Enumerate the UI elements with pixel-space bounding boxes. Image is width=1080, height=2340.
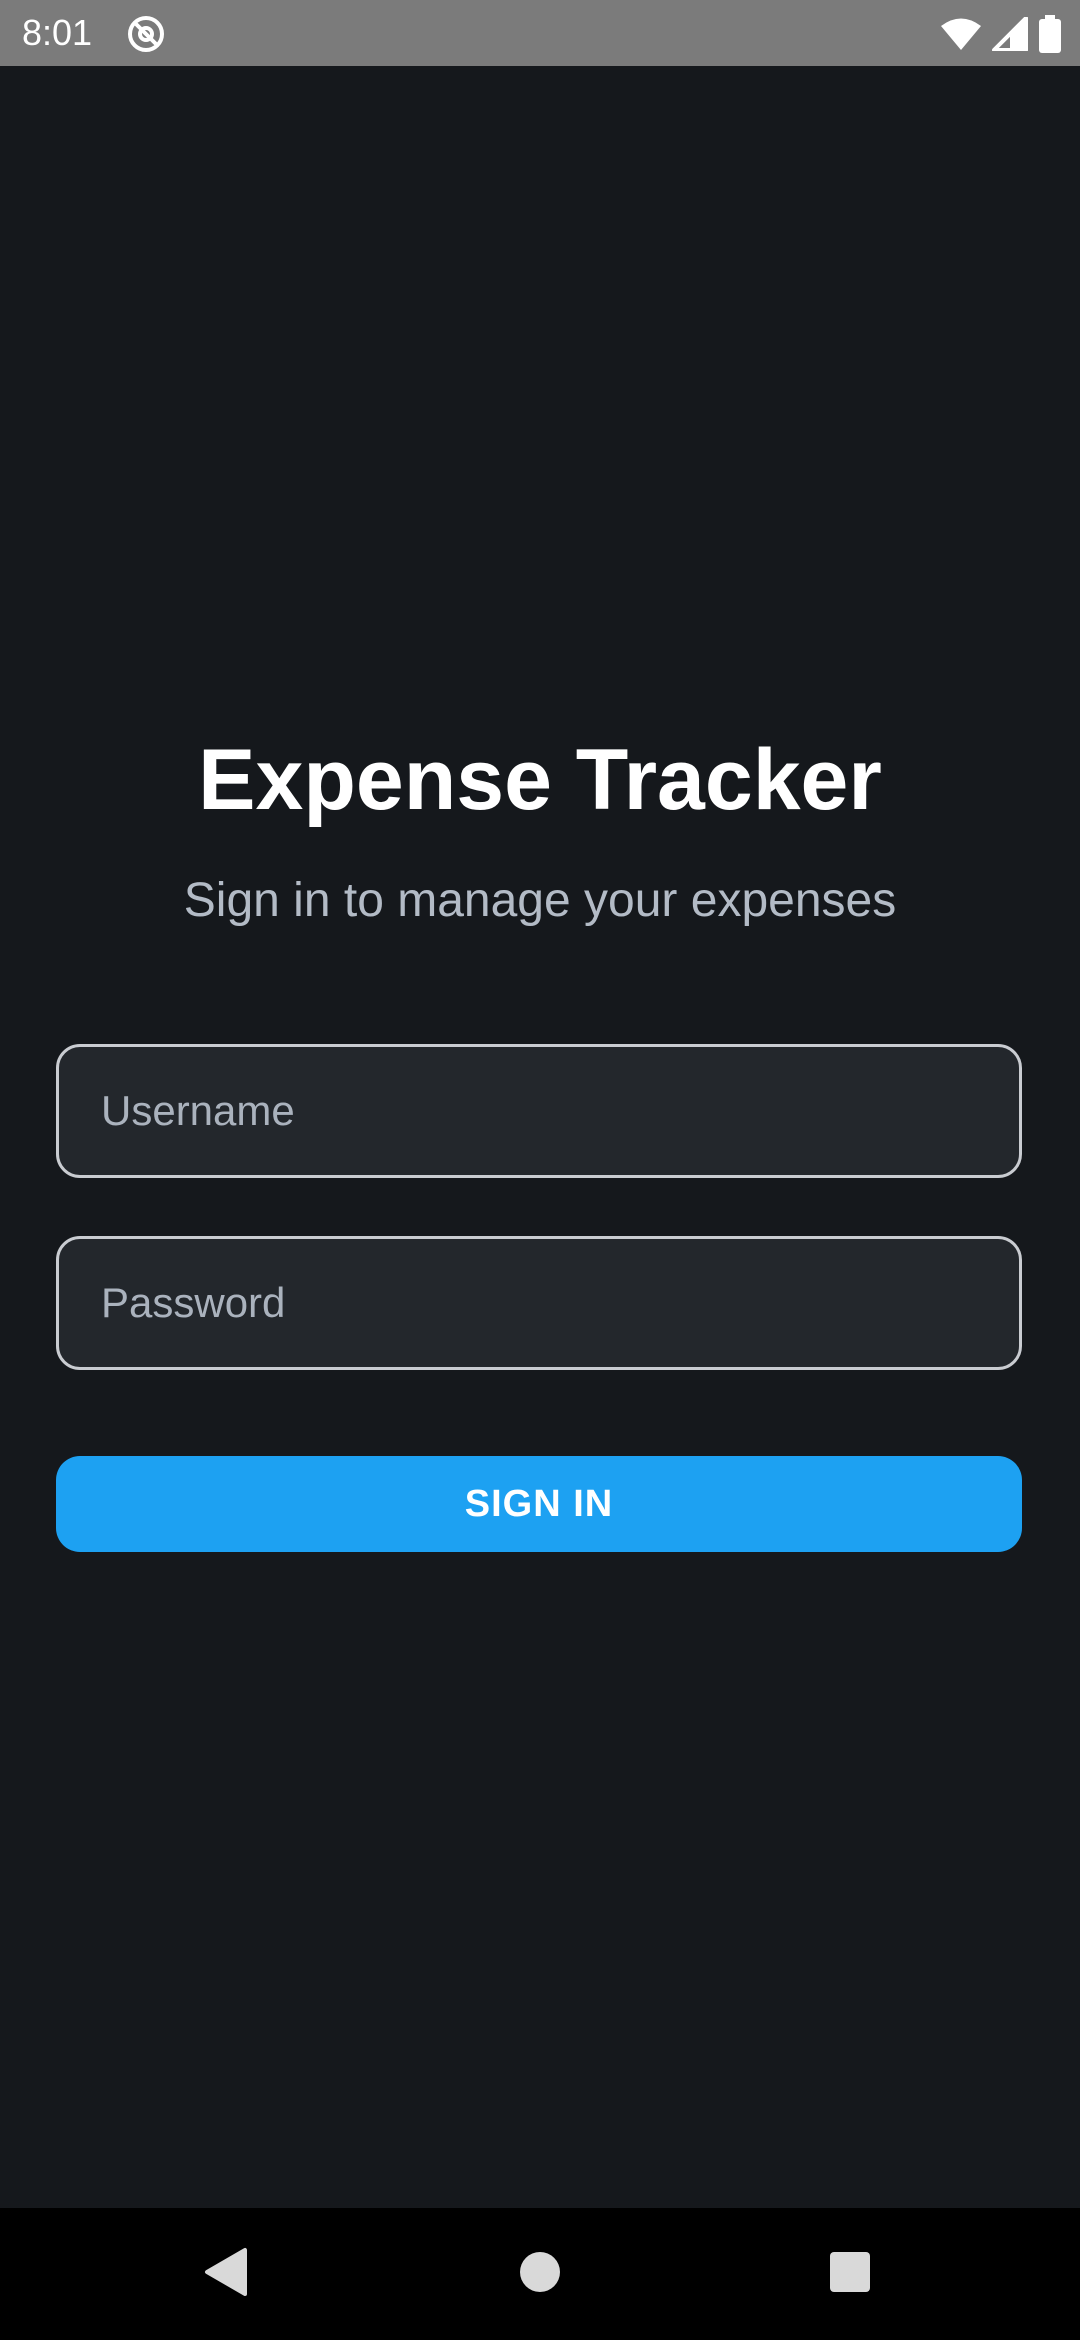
- password-input[interactable]: [59, 1239, 1019, 1367]
- back-icon: [203, 2247, 249, 2302]
- status-bar: 8:01: [0, 0, 1080, 66]
- login-screen: 8:01 Expense Tracker Sign in to manage y…: [0, 0, 1080, 2340]
- app-subtitle: Sign in to manage your expenses: [183, 874, 897, 927]
- cellular-signal-icon: [992, 17, 1028, 51]
- at-sign-icon: [126, 14, 166, 54]
- username-input[interactable]: [59, 1047, 1019, 1175]
- status-icons: [940, 14, 1062, 54]
- recents-button[interactable]: [820, 2244, 880, 2304]
- password-field-container: [56, 1236, 1022, 1370]
- username-field-container: [56, 1044, 1022, 1178]
- home-button[interactable]: [510, 2244, 570, 2304]
- back-button[interactable]: [196, 2244, 256, 2304]
- wifi-icon: [940, 17, 982, 51]
- recents-icon: [829, 2251, 871, 2298]
- status-time: 8:01: [22, 12, 93, 53]
- app-title: Expense Tracker: [198, 732, 882, 828]
- sign-in-button[interactable]: SIGN IN: [56, 1456, 1022, 1552]
- home-icon: [518, 2250, 562, 2299]
- battery-icon: [1038, 15, 1062, 53]
- navigation-bar: [0, 2208, 1080, 2340]
